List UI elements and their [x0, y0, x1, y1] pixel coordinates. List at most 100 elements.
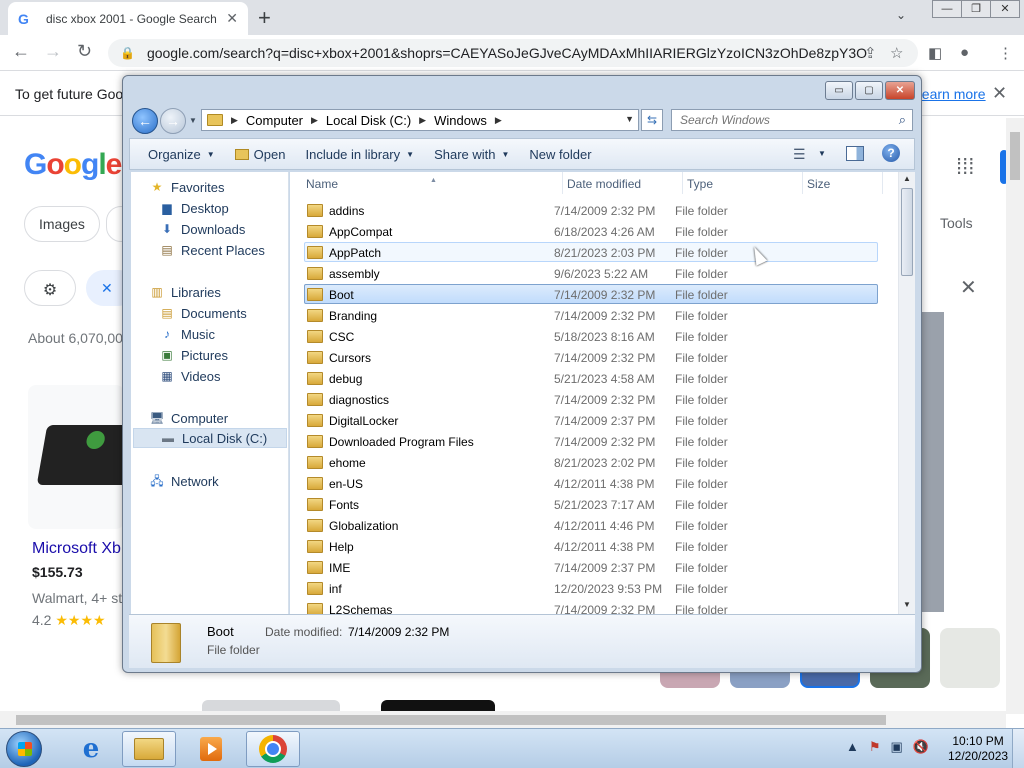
file-list-scrollbar[interactable]: ▲ ▼	[898, 172, 915, 614]
nav-videos[interactable]: ▦ Videos	[159, 366, 220, 386]
taskbar-windows-explorer[interactable]	[122, 731, 176, 767]
minimize-button[interactable]: ▭	[825, 81, 853, 100]
back-arrow-icon[interactable]: ←	[12, 41, 30, 62]
file-row[interactable]: AppCompat 6/18/2023 4:26 AM File folder	[304, 221, 878, 241]
restore-button[interactable]: ❐	[961, 0, 991, 18]
url-text[interactable]: google.com/search?q=disc+xbox+2001&shopr…	[147, 45, 867, 61]
scrollbar-thumb[interactable]	[16, 715, 886, 725]
file-row[interactable]: DigitalLocker 7/14/2009 2:37 PM File folde…	[304, 410, 878, 430]
search-box[interactable]: ⌕	[671, 109, 913, 131]
filters-icon[interactable]: ⚙	[24, 270, 76, 306]
nav-computer[interactable]: 🖥 Computer	[149, 408, 228, 428]
volume-muted-icon[interactable]: 🔇	[913, 739, 929, 755]
nav-documents[interactable]: ▤ Documents	[159, 303, 246, 323]
nav-downloads[interactable]: ⬇ Downloads	[159, 219, 245, 239]
views-dropdown-icon[interactable]: ▼	[818, 149, 826, 158]
file-row[interactable]: diagnostics 7/14/2009 2:32 PM File folder	[304, 389, 878, 409]
breadcrumb-computer[interactable]: Computer	[246, 113, 303, 128]
breadcrumb-windows[interactable]: Windows	[434, 113, 487, 128]
search-icon[interactable]: ⌕	[899, 112, 906, 128]
chevron-right-icon[interactable]: ▶	[419, 115, 426, 126]
close-button[interactable]: ✕	[990, 0, 1020, 18]
file-row[interactable]: debug 5/21/2023 4:58 AM File folder	[304, 368, 878, 388]
minimize-button[interactable]: —	[932, 0, 962, 18]
address-bar[interactable]: 🔒 google.com/search?q=disc+xbox+2001&sho…	[108, 39, 918, 67]
show-hidden-icons-icon[interactable]: ▲	[846, 739, 859, 755]
change-view-icon[interactable]: ☰	[793, 146, 806, 163]
product-title[interactable]: Microsoft Xb	[32, 540, 121, 558]
product-preview-image[interactable]	[920, 312, 944, 612]
file-row[interactable]: inf 12/20/2023 9:53 PM File folder	[304, 578, 878, 598]
reload-icon[interactable]: ↻	[77, 41, 92, 62]
nav-network[interactable]: 🖧 Network	[149, 471, 218, 491]
column-date-modified[interactable]: Date modified	[567, 177, 641, 191]
column-divider[interactable]	[682, 172, 683, 194]
scroll-up-icon[interactable]: ▲	[903, 174, 911, 183]
breadcrumb-local-disk[interactable]: Local Disk (C:)	[326, 113, 411, 128]
google-apps-icon[interactable]: ⁞⁞⁞	[956, 154, 974, 180]
forward-arrow-icon[interactable]: →	[44, 41, 62, 62]
profile-avatar-icon[interactable]: ●	[960, 44, 969, 61]
tab-google-search[interactable]: G disc xbox 2001 - Google Search ✕	[8, 2, 248, 35]
page-scrollbar[interactable]	[1006, 118, 1024, 714]
learn-more-link[interactable]: Learn more	[914, 86, 986, 102]
product-image[interactable]	[28, 385, 124, 529]
column-divider[interactable]	[562, 172, 563, 194]
nav-favorites[interactable]: ★ Favorites	[149, 177, 225, 197]
thumbnail[interactable]	[940, 628, 1000, 688]
file-row[interactable]: Fonts 5/21/2023 7:17 AM File folder	[304, 494, 878, 514]
refresh-icon[interactable]: ⇆	[641, 109, 663, 131]
chrome-menu-icon[interactable]: ⋮	[998, 44, 1013, 62]
nav-local-disk[interactable]: ▬ Local Disk (C:)	[133, 428, 287, 448]
column-divider[interactable]	[882, 172, 883, 194]
maximize-button[interactable]: ▢	[855, 81, 883, 100]
file-row[interactable]: IME 7/14/2009 2:37 PM File folder	[304, 557, 878, 577]
start-button[interactable]	[6, 731, 42, 767]
images-chip[interactable]: Images	[24, 206, 100, 242]
new-tab-button[interactable]: +	[258, 5, 271, 31]
file-row[interactable]: Globalization 4/12/2011 4:46 PM File folde…	[304, 515, 878, 535]
google-logo[interactable]: Google	[24, 148, 122, 182]
close-button[interactable]: ✕	[885, 81, 915, 100]
scroll-down-icon[interactable]: ▼	[903, 600, 911, 609]
taskbar-internet-explorer[interactable]: e	[64, 731, 118, 767]
scrollbar-thumb[interactable]	[901, 188, 913, 276]
file-row[interactable]: Help 4/12/2011 4:38 PM File folder	[304, 536, 878, 556]
scrollbar-thumb[interactable]	[1010, 132, 1020, 180]
file-row[interactable]: ehome 8/21/2023 2:02 PM File folder	[304, 452, 878, 472]
chevron-right-icon[interactable]: ▶	[311, 115, 318, 126]
nav-music[interactable]: ♪ Music	[159, 324, 215, 344]
file-row[interactable]: en-US 4/12/2011 4:38 PM File folder	[304, 473, 878, 493]
help-icon[interactable]: ?	[882, 144, 900, 162]
horizontal-scrollbar[interactable]	[0, 711, 1006, 728]
share-icon[interactable]: ⇪	[864, 44, 877, 62]
file-row[interactable]: Branding 7/14/2009 2:32 PM File folder	[304, 305, 878, 325]
new-folder-button[interactable]: New folder	[519, 147, 601, 162]
forward-arrow-icon[interactable]: →	[160, 108, 186, 134]
file-row[interactable]: CSC 5/18/2023 8:16 AM File folder	[304, 326, 878, 346]
bookmark-star-icon[interactable]: ☆	[890, 44, 903, 62]
preview-pane-icon[interactable]	[846, 146, 864, 161]
column-type[interactable]: Type	[687, 177, 713, 191]
column-size[interactable]: Size	[807, 177, 830, 191]
recent-pages-dropdown-icon[interactable]: ▼	[189, 116, 197, 125]
network-icon[interactable]: ▣	[891, 739, 903, 755]
info-close-icon[interactable]: ✕	[992, 83, 1007, 104]
clock[interactable]: 10:10 PM 12/20/2023	[948, 734, 1008, 764]
action-center-flag-icon[interactable]: ⚑	[869, 739, 881, 755]
share-with-button[interactable]: Share with ▼	[424, 147, 519, 162]
tab-close-icon[interactable]: ✕	[226, 10, 238, 27]
back-arrow-icon[interactable]: ←	[132, 108, 158, 134]
show-desktop-button[interactable]	[1012, 729, 1024, 768]
chevron-right-icon[interactable]: ▶	[495, 115, 502, 126]
taskbar-media-player[interactable]	[184, 731, 238, 767]
file-row[interactable]: Cursors 7/14/2009 2:32 PM File folder	[304, 347, 878, 367]
column-name[interactable]: Name	[306, 177, 338, 191]
chevron-right-icon[interactable]: ▶	[231, 115, 238, 126]
file-row[interactable]: AppPatch 8/21/2023 2:03 PM File folder	[304, 242, 878, 262]
address-bar[interactable]: ▶ Computer ▶ Local Disk (C:) ▶ Windows ▶…	[201, 109, 639, 131]
file-row[interactable]: Boot 7/14/2009 2:32 PM File folder	[304, 284, 878, 304]
open-button[interactable]: Open	[225, 147, 296, 162]
taskbar-chrome[interactable]	[246, 731, 300, 767]
column-divider[interactable]	[802, 172, 803, 194]
